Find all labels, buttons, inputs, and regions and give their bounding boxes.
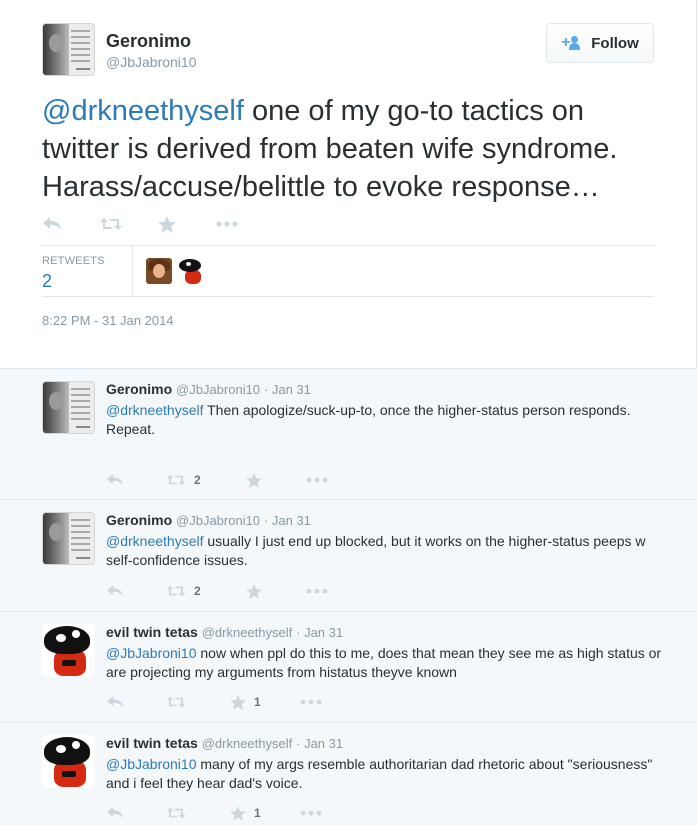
reply-date[interactable]: · Jan 31: [296, 625, 343, 640]
follow-person-icon: +: [561, 35, 583, 51]
follow-label: Follow: [591, 34, 639, 52]
favorite-icon[interactable]: [246, 472, 306, 488]
reply-actions: 1: [106, 692, 330, 712]
reply-actions: 2: [106, 470, 336, 490]
reply-date[interactable]: · Jan 31: [264, 382, 311, 397]
favorite-icon[interactable]: 1: [230, 694, 300, 710]
favorite-count: 1: [254, 806, 261, 820]
reply-avatar[interactable]: [42, 735, 95, 788]
reply-avatar[interactable]: [42, 381, 95, 434]
reply-header: evil twin tetas @drkneethyself · Jan 31: [106, 624, 343, 640]
more-icon[interactable]: [306, 588, 336, 594]
reply-text: @JbJabroni10 now when ppl do this to me,…: [106, 644, 666, 682]
reply-tweet[interactable]: evil twin tetas @drkneethyself · Jan 31 …: [0, 612, 697, 723]
tweet-actions: [42, 212, 256, 236]
reply-icon[interactable]: [106, 695, 166, 709]
retweet-icon[interactable]: [100, 216, 158, 232]
reply-header: Geronimo @JbJabroni10 · Jan 31: [106, 512, 311, 528]
reply-author-handle[interactable]: @JbJabroni10: [176, 382, 260, 397]
reply-header: evil twin tetas @drkneethyself · Jan 31: [106, 735, 343, 751]
reply-author-handle[interactable]: @JbJabroni10: [176, 513, 260, 528]
retweeter-avatar[interactable]: [178, 258, 204, 284]
retweets-count[interactable]: 2: [42, 271, 52, 292]
more-icon[interactable]: [300, 810, 330, 816]
retweet-count: 2: [194, 473, 201, 487]
mention-link[interactable]: @drkneethyself: [106, 402, 203, 418]
tweet-text: @drkneethyself one of my go-to tactics o…: [42, 92, 662, 206]
reply-actions: 2: [106, 581, 336, 601]
reply-tweet[interactable]: Geronimo @JbJabroni10 · Jan 31 @drkneeth…: [0, 369, 697, 500]
tweet-timestamp[interactable]: 8:22 PM - 31 Jan 2014: [42, 313, 174, 328]
reply-author-name[interactable]: evil twin tetas: [106, 735, 198, 751]
reply-author-handle[interactable]: @drkneethyself: [202, 625, 293, 640]
reply-author-name[interactable]: Geronimo: [106, 512, 172, 528]
favorite-count: 1: [254, 695, 261, 709]
author-handle[interactable]: @JbJabroni10: [106, 54, 197, 70]
mention-link[interactable]: @JbJabroni10: [106, 645, 197, 661]
retweeter-avatar[interactable]: [146, 258, 172, 284]
retweet-icon[interactable]: [166, 695, 230, 709]
more-icon[interactable]: [300, 699, 330, 705]
reply-text: @drkneethyself usually I just end up blo…: [106, 532, 666, 570]
follow-button[interactable]: + Follow: [546, 23, 654, 63]
reply-header: Geronimo @JbJabroni10 · Jan 31: [106, 381, 311, 397]
mention-link[interactable]: @drkneethyself: [42, 95, 244, 127]
reply-author-name[interactable]: Geronimo: [106, 381, 172, 397]
mention-link[interactable]: @drkneethyself: [106, 533, 203, 549]
favorite-icon[interactable]: [158, 215, 216, 233]
reply-icon[interactable]: [42, 216, 100, 232]
reply-avatar[interactable]: [42, 624, 95, 677]
reply-body: Then apologize/suck-up-to, once the high…: [203, 402, 631, 418]
retweet-icon[interactable]: 2: [166, 473, 246, 487]
reply-author-name[interactable]: evil twin tetas: [106, 624, 198, 640]
retweet-icon[interactable]: 2: [166, 584, 246, 598]
reply-tweet[interactable]: Geronimo @JbJabroni10 · Jan 31 @drkneeth…: [0, 500, 697, 612]
author-avatar[interactable]: [42, 23, 95, 76]
mention-link[interactable]: @JbJabroni10: [106, 756, 197, 772]
retweets-label: RETWEETS: [42, 255, 105, 267]
stats-divider: [132, 246, 133, 296]
reply-actions: 1: [106, 803, 330, 823]
reply-body-line: Repeat.: [106, 421, 156, 437]
retweet-icon[interactable]: [166, 806, 230, 820]
more-icon[interactable]: [216, 221, 256, 227]
reply-icon[interactable]: [106, 473, 166, 487]
retweet-count: 2: [194, 584, 201, 598]
tweet-stats: RETWEETS 2: [42, 245, 654, 297]
reply-icon[interactable]: [106, 806, 166, 820]
author-name[interactable]: Geronimo: [106, 31, 191, 52]
reply-date[interactable]: · Jan 31: [296, 736, 343, 751]
reply-tweet[interactable]: evil twin tetas @drkneethyself · Jan 31 …: [0, 723, 697, 825]
reply-date[interactable]: · Jan 31: [264, 513, 311, 528]
replies-list: Geronimo @JbJabroni10 · Jan 31 @drkneeth…: [0, 368, 697, 825]
more-icon[interactable]: [306, 477, 336, 483]
reply-icon[interactable]: [106, 584, 166, 598]
reply-avatar[interactable]: [42, 512, 95, 565]
favorite-icon[interactable]: [246, 583, 306, 599]
reply-author-handle[interactable]: @drkneethyself: [202, 736, 293, 751]
permalink-tweet: Geronimo @JbJabroni10 + Follow @drkneeth…: [0, 0, 697, 368]
favorite-icon[interactable]: 1: [230, 805, 300, 821]
reply-text: @JbJabroni10 many of my args resemble au…: [106, 755, 666, 793]
reply-text: @drkneethyself Then apologize/suck-up-to…: [106, 401, 666, 439]
